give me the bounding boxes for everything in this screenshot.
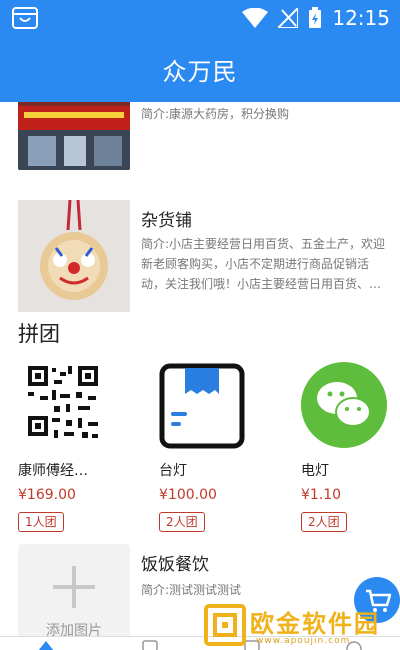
shop-description: 简介:康源大药房，积分换购 [141, 107, 290, 121]
shop-description: 简介:测试测试测试 [141, 583, 242, 597]
wifi-icon [242, 8, 269, 28]
shop-photo-clown-ornament [18, 200, 130, 312]
shop-storefront-photo [18, 102, 130, 170]
no-signal-icon [278, 8, 299, 28]
content-scroll[interactable]: 简介:康源大药房，积分换购 杂货铺 简介:小店主要经营日用百货、五金土产，欢迎新… [0, 102, 400, 640]
home-icon[interactable] [38, 639, 54, 650]
group-size-badge: 2人团 [159, 512, 205, 532]
group-size-badge: 2人团 [301, 512, 347, 532]
app-header: 众万民 [0, 36, 400, 102]
group-item-price: ¥100.00 [159, 487, 217, 503]
clock: 12:15 [332, 6, 390, 30]
group-item-price: ¥1.10 [301, 487, 342, 503]
shop-item[interactable]: 杂货铺 简介:小店主要经营日用百货、五金土产，欢迎新老顾客购买，小店不定期进行商… [18, 200, 388, 312]
add-picture-placeholder[interactable]: 添加图片 [18, 544, 130, 640]
section-title-group: 拼团 [18, 322, 60, 346]
shop-item[interactable]: 简介:康源大药房，积分换购 [18, 102, 388, 170]
qr-code-icon [18, 360, 108, 450]
group-item-name: 康师傅经… [18, 463, 88, 479]
group-item-price: ¥169.00 [18, 487, 76, 503]
group-item[interactable]: 康师傅经… ¥169.00 1人团 [18, 360, 138, 535]
watermark-emblem-icon [204, 604, 246, 646]
box-icon [159, 363, 245, 449]
group-size-badge: 1人团 [18, 512, 64, 532]
group-item-name: 台灯 [159, 463, 187, 479]
shop-name: 饭饭餐饮 [141, 555, 209, 575]
notification-bag-icon [12, 7, 38, 29]
watermark-url: www.apoujin.com [256, 636, 351, 646]
category-icon[interactable] [142, 639, 158, 650]
shop-description: 简介:小店主要经营日用百货、五金土产，欢迎新老顾客购买，小店不定期进行商品促销活… [141, 237, 386, 291]
group-item[interactable]: 电灯 ¥1.10 2人团 [301, 360, 400, 535]
watermark-logo: 欧金软件园 www.apoujin.com [200, 602, 396, 648]
status-bar: 12:15 [0, 0, 400, 36]
page-title: 众万民 [162, 57, 238, 86]
plus-icon [53, 566, 95, 608]
wechat-icon [301, 362, 387, 448]
group-item[interactable]: 台灯 ¥100.00 2人团 [159, 360, 279, 535]
shop-name: 杂货铺 [141, 211, 192, 231]
battery-charging-icon [309, 7, 322, 28]
group-item-name: 电灯 [301, 463, 329, 479]
watermark-text: 欧金软件园 [250, 610, 380, 638]
